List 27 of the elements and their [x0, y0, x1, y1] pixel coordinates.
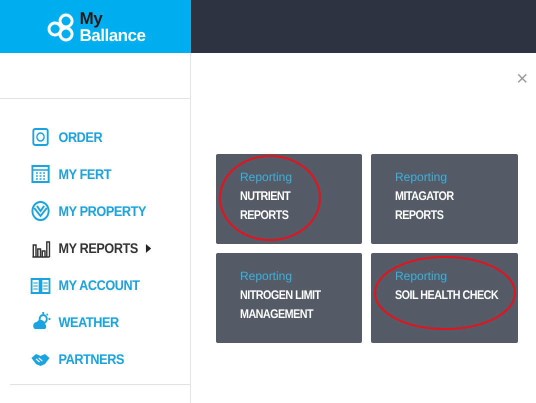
card-category: Reporting [395, 269, 448, 283]
card-category: Reporting [240, 269, 294, 283]
menu-item[interactable]: MY ACCOUNT [0, 271, 171, 299]
logo-text: Ballance [80, 26, 146, 44]
close-button[interactable]: × [516, 69, 528, 89]
logo-text: My [80, 10, 104, 26]
menu-item[interactable]: PARTNERS [0, 345, 171, 373]
card-category: Reporting [240, 170, 294, 184]
report-card[interactable]: Reporting NITROGEN LIMIT MANAGEMENT [216, 253, 362, 343]
report-card[interactable]: Reporting SOIL HEALTH CHECK [371, 253, 518, 343]
menu-item[interactable]: ORDER [0, 123, 171, 151]
menu-item[interactable]: MY PROPERTY [0, 197, 171, 225]
menu-item[interactable]: MY REPORTS [0, 234, 171, 262]
order-icon [30, 126, 50, 148]
card-title: NUTRIENT REPORTS [240, 188, 292, 224]
card-category: Reporting [395, 170, 448, 184]
card-title: NITROGEN LIMIT MANAGEMENT [240, 287, 322, 323]
menu-item[interactable]: MY FERT [0, 160, 171, 188]
menu-item[interactable]: WEATHER [0, 308, 171, 336]
logo-icon [46, 12, 76, 42]
report-card[interactable]: Reporting MITAGATOR REPORTS [371, 154, 518, 244]
card-title: SOIL HEALTH CHECK [395, 287, 500, 304]
calendar-icon [30, 163, 50, 185]
report-card[interactable]: Reporting NUTRIENT REPORTS [216, 154, 362, 244]
property-icon [30, 200, 50, 222]
card-title: MITAGATOR REPORTS [395, 188, 455, 224]
caret-icon [146, 244, 152, 252]
